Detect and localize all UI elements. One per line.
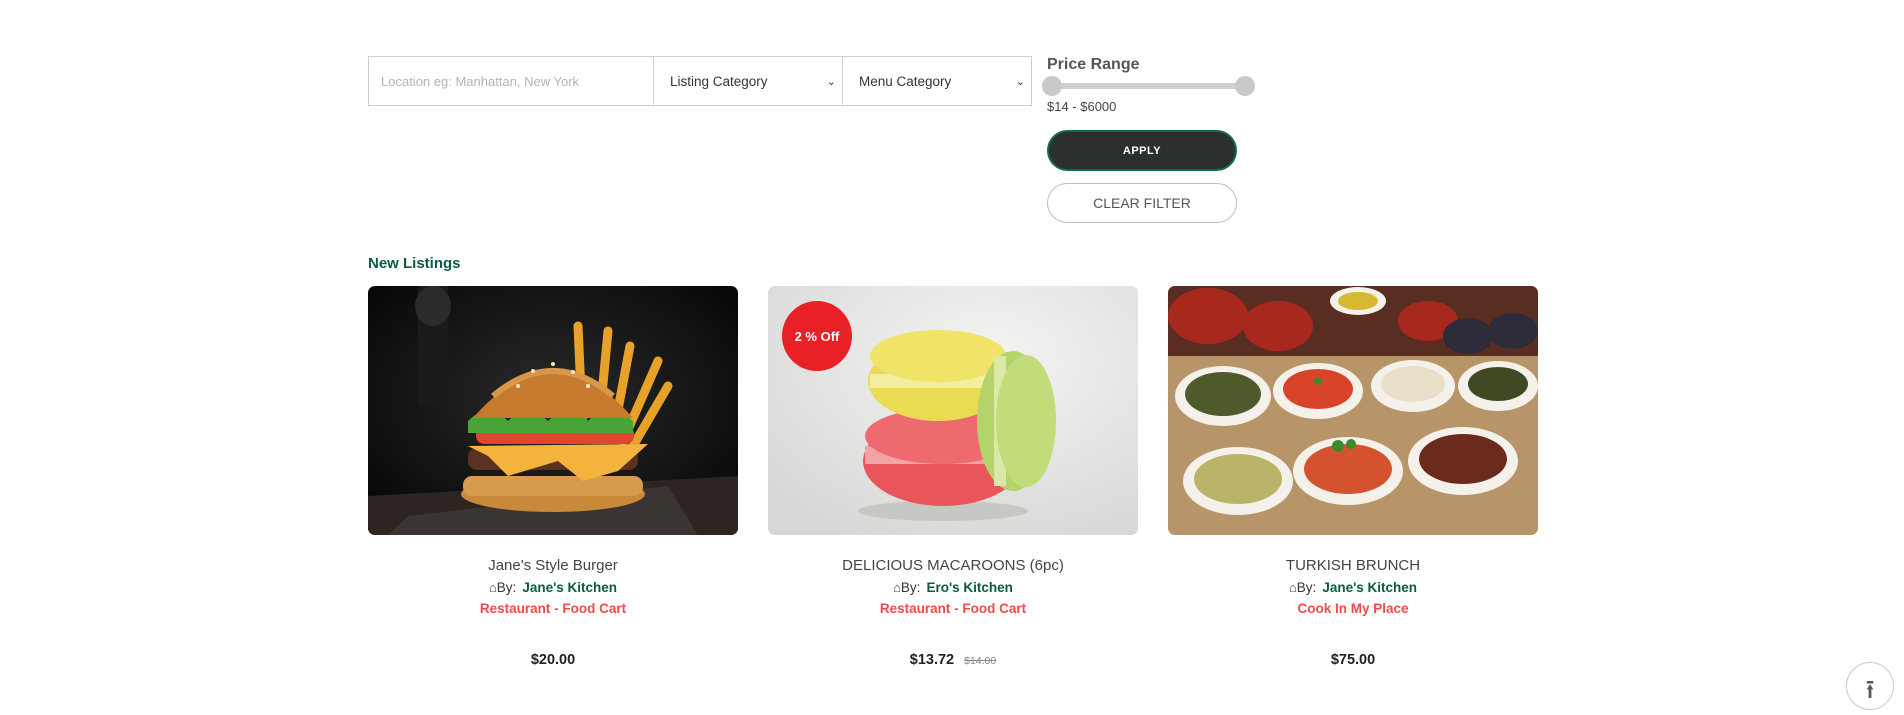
listing-image-burger[interactable] <box>368 286 738 535</box>
listing-title[interactable]: Jane's Style Burger <box>368 557 738 574</box>
by-label: By: <box>900 580 921 595</box>
listing-kitchen-line: ⌂By: Jane's Kitchen <box>1168 580 1538 595</box>
kitchen-link[interactable]: Jane's Kitchen <box>522 580 617 595</box>
chevron-down-icon: ⌄ <box>1015 75 1025 88</box>
current-price: $13.72 <box>909 652 955 668</box>
listing-category-value: Listing Category <box>670 73 768 89</box>
listing-category-select[interactable]: Listing Category ⌄ <box>653 56 843 106</box>
listing-image-turkish-brunch[interactable] <box>1168 286 1538 535</box>
old-price: $14.00 <box>964 655 997 667</box>
listing-title[interactable]: TURKISH BRUNCH <box>1168 557 1538 574</box>
by-label: By: <box>496 580 517 595</box>
listing-kitchen-line: ⌂By: Jane's Kitchen <box>368 580 738 595</box>
section-title: New Listings <box>368 255 461 272</box>
listing-kitchen-line: ⌂By: Ero's Kitchen <box>768 580 1138 595</box>
current-price: $20.00 <box>530 652 576 668</box>
price-range-title: Price Range <box>1047 56 1140 73</box>
listing-category-link[interactable]: Cook In My Place <box>1168 601 1538 616</box>
home-icon: ⌂ <box>1288 580 1297 595</box>
discount-badge: 2 % Off <box>782 301 852 371</box>
arrow-up-icon: ⭱ <box>1865 674 1875 704</box>
home-icon: ⌂ <box>893 580 901 595</box>
apply-button[interactable]: APPLY <box>1047 130 1237 171</box>
clear-filter-button[interactable]: CLEAR FILTER <box>1047 183 1237 223</box>
current-price: $75.00 <box>1330 652 1376 668</box>
location-search-input[interactable] <box>368 56 654 106</box>
price-range-max-handle[interactable] <box>1235 76 1255 96</box>
menu-category-value: Menu Category <box>859 73 952 89</box>
scroll-to-top-button[interactable]: ⭱ <box>1846 662 1894 710</box>
kitchen-link[interactable]: Jane's Kitchen <box>1322 580 1417 595</box>
listing-price: $75.00 <box>1168 652 1538 668</box>
listing-category-link[interactable]: Restaurant - Food Cart <box>768 601 1138 616</box>
listing-price: $13.72 $14.00 <box>768 652 1138 668</box>
listing-card[interactable]: 2 % Off DELICIOUS MACAROONS (6pc) ⌂By: Er… <box>768 286 1138 668</box>
home-icon: ⌂ <box>488 580 497 595</box>
price-range-min-handle[interactable] <box>1042 76 1062 96</box>
chevron-down-icon: ⌄ <box>826 75 836 88</box>
kitchen-link[interactable]: Ero's Kitchen <box>926 580 1012 595</box>
listing-image-macaroons[interactable]: 2 % Off <box>768 286 1138 535</box>
listing-card[interactable]: Jane's Style Burger ⌂By: Jane's Kitchen R… <box>368 286 738 668</box>
listing-card[interactable]: TURKISH BRUNCH ⌂By: Jane's Kitchen Cook I… <box>1168 286 1538 668</box>
listing-category-link[interactable]: Restaurant - Food Cart <box>368 601 738 616</box>
menu-category-select[interactable]: Menu Category ⌄ <box>842 56 1032 106</box>
price-range-track[interactable] <box>1052 83 1245 89</box>
price-range-value: $14 - $6000 <box>1047 99 1117 114</box>
listing-title[interactable]: DELICIOUS MACAROONS (6pc) <box>768 557 1138 574</box>
listing-price: $20.00 <box>368 652 738 668</box>
by-label: By: <box>1296 580 1317 595</box>
